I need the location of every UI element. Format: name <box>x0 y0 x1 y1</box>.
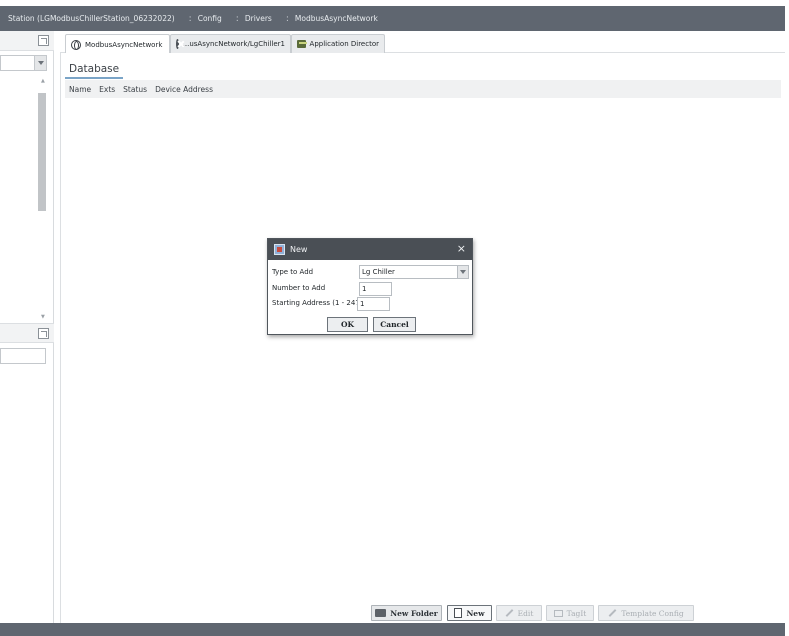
folder-icon <box>375 609 387 617</box>
button-label: New Folder <box>390 608 438 618</box>
title-underline <box>65 77 123 79</box>
button-label: New <box>466 608 485 618</box>
tab-lg-chiller1[interactable]: ...usAsyncNetwork/LgChiller1 <box>170 34 291 53</box>
dialog-title: New <box>290 245 308 254</box>
column-header-device-address[interactable]: Device Address <box>155 85 213 94</box>
crumb-network[interactable]: ModbusAsyncNetwork <box>295 14 378 23</box>
tab-application-director[interactable]: Application Director <box>291 34 385 53</box>
app-director-icon <box>297 40 307 48</box>
new-document-icon <box>454 608 463 618</box>
status-bar <box>0 623 785 636</box>
starting-address-input[interactable]: 1 <box>357 297 390 311</box>
pencil-icon <box>505 609 514 617</box>
side-panel: ▲ ▼ <box>0 31 54 623</box>
close-icon[interactable]: × <box>457 242 466 256</box>
tab-strip: ModbusAsyncNetwork ...usAsyncNetwork/LgC… <box>60 31 785 54</box>
tab-label: ...usAsyncNetwork/LgChiller1 <box>182 40 285 48</box>
maximize-icon[interactable] <box>38 35 49 46</box>
nav-tree-selector[interactable] <box>0 55 47 71</box>
database-title: Database <box>69 63 120 75</box>
maximize-icon[interactable] <box>38 328 49 339</box>
nav-panel-header <box>0 31 54 51</box>
crumb-separator: : <box>188 13 192 24</box>
column-header-exts[interactable]: Exts <box>99 85 115 94</box>
globe-icon <box>71 39 81 50</box>
palette-input[interactable] <box>0 348 46 364</box>
tab-modbus-async-network[interactable]: ModbusAsyncNetwork <box>65 34 170 54</box>
crumb-separator: : <box>235 13 239 24</box>
ok-button[interactable]: OK <box>327 317 368 332</box>
tab-label: Application Director <box>309 40 379 48</box>
tag-icon <box>553 609 563 617</box>
tagit-button[interactable]: TagIt <box>546 605 594 621</box>
chevron-down-icon[interactable] <box>457 266 468 278</box>
button-label: Edit <box>517 608 534 618</box>
type-to-add-value: Lg Chiller <box>362 268 395 276</box>
button-label: TagIt <box>566 608 587 618</box>
type-to-add-select[interactable]: Lg Chiller <box>359 265 469 279</box>
type-to-add-label: Type to Add <box>272 268 314 276</box>
column-header-status[interactable]: Status <box>123 85 147 94</box>
starting-address-label: Starting Address (1 - 247) <box>272 299 363 307</box>
number-to-add-input[interactable]: 1 <box>359 282 392 296</box>
scroll-down-icon[interactable]: ▼ <box>41 314 45 320</box>
pencil-icon <box>608 609 617 617</box>
new-dialog: New × Type to Add Lg Chiller Number to A… <box>267 238 473 335</box>
dialog-titlebar[interactable]: New × <box>268 239 472 260</box>
crumb-station[interactable]: Station (LGModbusChillerStation_06232022… <box>8 14 175 23</box>
tab-label: ModbusAsyncNetwork <box>85 40 163 49</box>
table-header: Name Exts Status Device Address <box>65 80 781 98</box>
edit-button[interactable]: Edit <box>496 605 542 621</box>
crumb-separator: : <box>285 13 289 24</box>
error-icon <box>176 39 179 49</box>
palette-panel-header <box>0 323 54 343</box>
number-to-add-label: Number to Add <box>272 284 326 292</box>
nav-scrollbar-thumb[interactable] <box>38 93 46 211</box>
column-header-name[interactable]: Name <box>69 85 91 94</box>
template-config-button[interactable]: Template Config <box>598 605 694 621</box>
button-label: Template Config <box>621 608 684 618</box>
dialog-app-icon <box>274 244 285 255</box>
scroll-up-icon[interactable]: ▲ <box>41 78 45 84</box>
cancel-button[interactable]: Cancel <box>373 317 416 332</box>
chevron-down-icon[interactable] <box>34 56 46 70</box>
crumb-drivers[interactable]: Drivers <box>245 14 272 23</box>
new-folder-button[interactable]: New Folder <box>371 605 442 621</box>
crumb-config[interactable]: Config <box>198 14 222 23</box>
database-view: Database Name Exts Status Device Address <box>60 53 785 623</box>
new-button[interactable]: New <box>447 605 492 621</box>
breadcrumb: Station (LGModbusChillerStation_06232022… <box>0 6 785 31</box>
workbench-window: Station (LGModbusChillerStation_06232022… <box>0 0 789 636</box>
